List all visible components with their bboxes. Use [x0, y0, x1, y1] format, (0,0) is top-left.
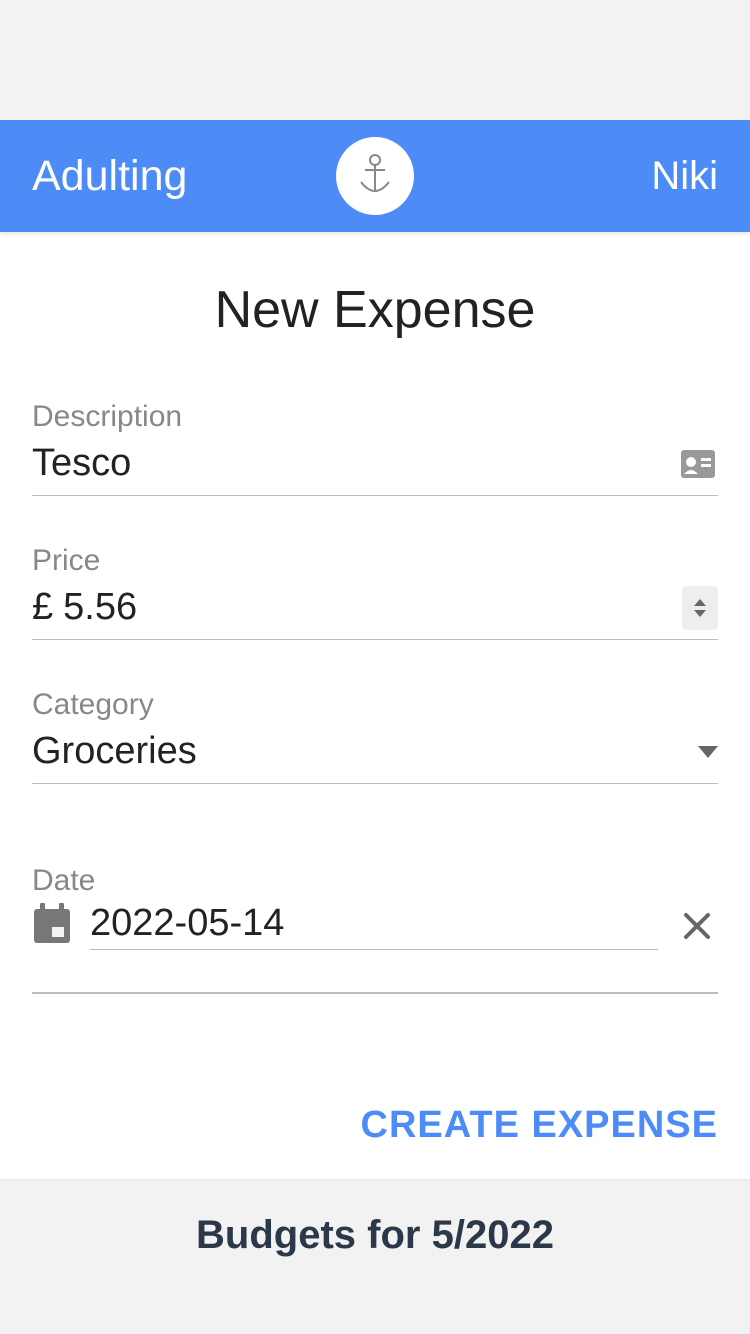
description-label: Description [32, 400, 718, 434]
contacts-icon[interactable] [678, 444, 718, 484]
category-field-group: Category Groceries [32, 688, 718, 784]
price-field-group: Price £ [32, 544, 718, 640]
date-input[interactable] [90, 902, 658, 945]
anchor-icon [349, 150, 401, 202]
expense-form-card: New Expense Description Price £ [0, 232, 750, 1179]
price-input[interactable] [63, 582, 682, 633]
chevron-up-icon [694, 599, 706, 606]
category-label: Category [32, 688, 718, 722]
form-actions: CREATE EXPENSE [32, 1104, 718, 1147]
price-label: Price [32, 544, 718, 578]
category-value: Groceries [32, 726, 698, 777]
description-field-group: Description [32, 400, 718, 496]
create-expense-button[interactable]: CREATE EXPENSE [361, 1104, 718, 1147]
app-logo[interactable] [336, 137, 414, 215]
description-input[interactable] [32, 438, 678, 489]
close-icon [682, 911, 712, 941]
app-header: Adulting Niki [0, 120, 750, 232]
page-title: New Expense [32, 280, 718, 340]
budgets-title: Budgets for 5/2022 [0, 1213, 750, 1258]
app-title[interactable]: Adulting [32, 152, 187, 201]
dropdown-arrow-icon [698, 746, 718, 758]
budgets-section-header[interactable]: Budgets for 5/2022 [0, 1183, 750, 1304]
category-select[interactable]: Groceries [32, 726, 718, 784]
chevron-down-icon [694, 610, 706, 617]
date-label: Date [32, 864, 718, 898]
divider [32, 992, 718, 994]
calendar-icon[interactable] [32, 903, 72, 950]
price-stepper[interactable] [682, 586, 718, 630]
currency-symbol: £ [32, 586, 53, 629]
status-bar [0, 0, 750, 120]
user-name[interactable]: Niki [651, 154, 718, 199]
clear-date-button[interactable] [676, 905, 718, 947]
date-field-group: Date [32, 864, 718, 994]
